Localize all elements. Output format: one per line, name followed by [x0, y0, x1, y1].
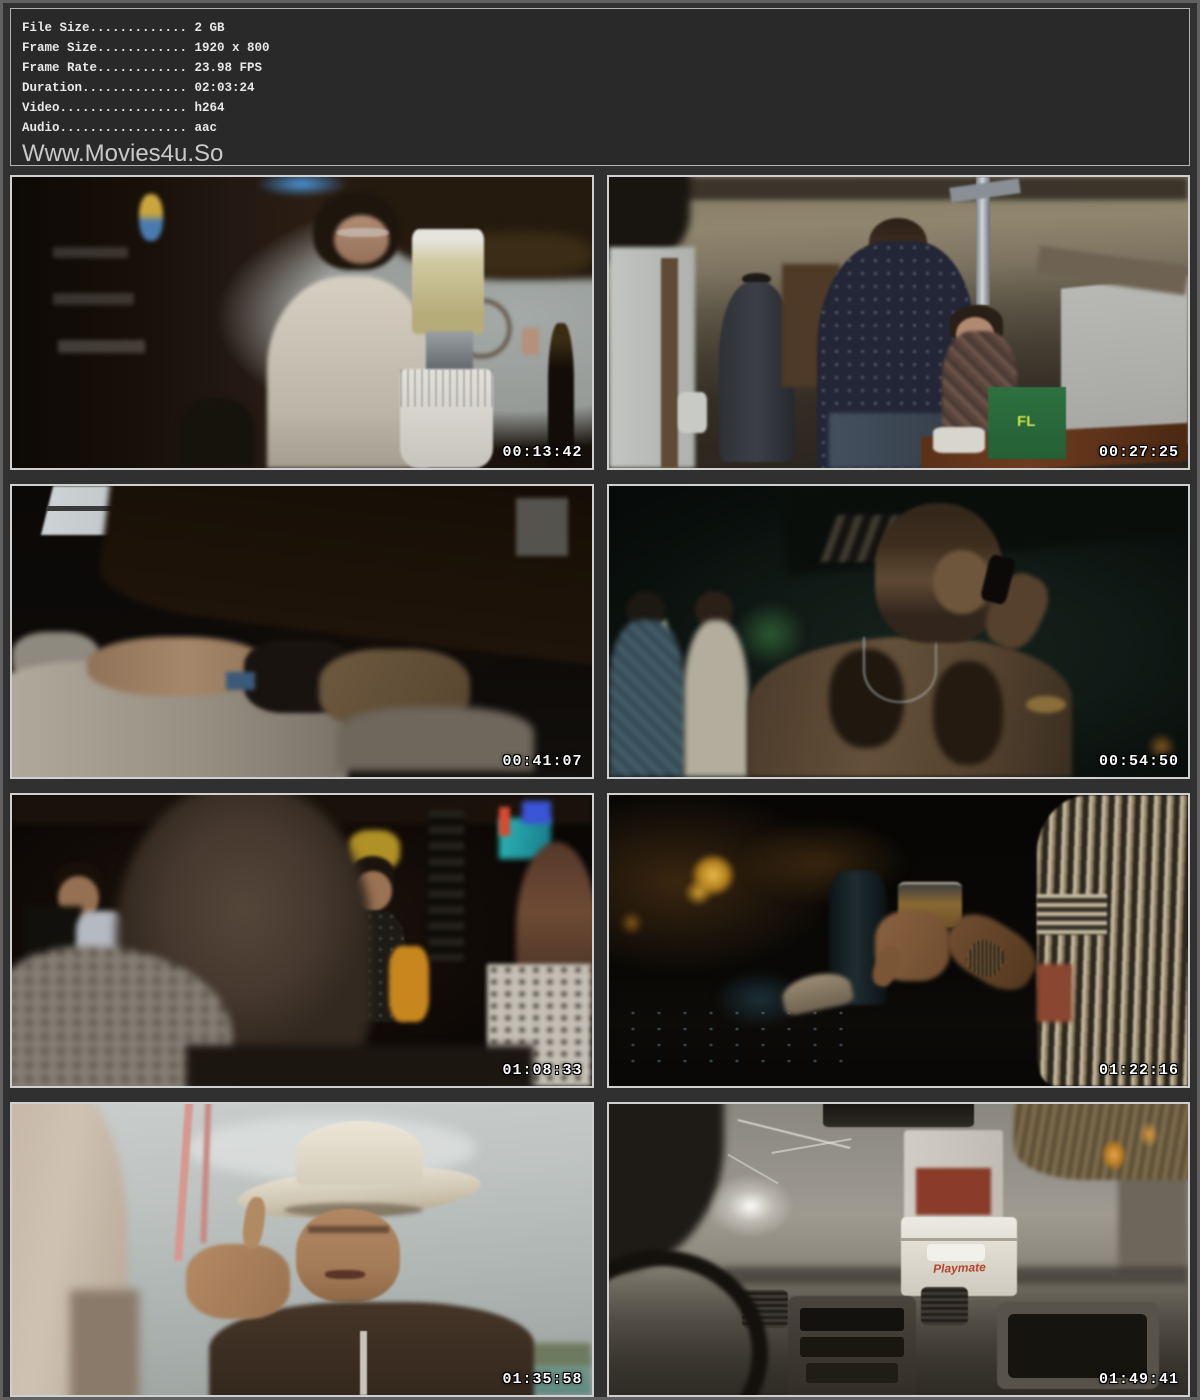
- dash-air-vent: [921, 1287, 967, 1325]
- screenshot-2-boat-cabin: FL 00:27:25: [607, 175, 1191, 470]
- white-takeout-box: [933, 427, 985, 453]
- red-fishing-rod: [174, 1102, 193, 1261]
- glass-shelf-row: [53, 247, 128, 259]
- red-neon-light: [499, 807, 511, 836]
- man-face: [933, 550, 991, 614]
- scene-tiki-bar-art: [12, 177, 592, 468]
- cabin-ceiling-edge: [609, 177, 1189, 200]
- neon-sign-glow: [255, 175, 348, 197]
- cooler-handle: [927, 1244, 985, 1261]
- screenshot-3-dark-bedroom: 00:41:07: [10, 484, 594, 779]
- timestamp-8: 01:49:41: [1099, 1371, 1179, 1388]
- left-window: [609, 247, 696, 468]
- man-face: [296, 1209, 400, 1302]
- scene-bedroom-art: [12, 486, 592, 777]
- wall-object: [516, 498, 568, 556]
- straws: [400, 369, 493, 407]
- timestamp-7: 01:35:58: [502, 1371, 582, 1388]
- bartender-face: [334, 215, 389, 264]
- screenshot-4-phone-call: 00:54:50: [607, 484, 1191, 779]
- gold-bracelet: [1026, 696, 1067, 713]
- counter-glints: [620, 1005, 852, 1069]
- blender-jar: [412, 229, 484, 334]
- info-audio-codec: Audio................. aac: [22, 118, 1189, 138]
- cooler-lid-seam: [901, 1238, 1017, 1241]
- glove-box-opening: [1008, 1314, 1147, 1378]
- rear-view-mirror: [823, 1102, 974, 1129]
- cassette-deck: [800, 1337, 904, 1357]
- foreground-shoulder-shadow: [186, 1045, 534, 1088]
- shirt-zipper: [360, 1331, 367, 1395]
- car-radio: [800, 1308, 904, 1331]
- timestamp-4: 00:54:50: [1099, 753, 1179, 770]
- screenshot-grid: 00:13:42: [10, 175, 1190, 1397]
- timestamp-2: 00:27:25: [1099, 444, 1179, 461]
- screenshot-5-crowded-bar: 01:08:33: [10, 793, 594, 1088]
- lantern-bokeh: [620, 911, 643, 934]
- bar-stool: [180, 398, 255, 468]
- climate-knobs: [806, 1363, 899, 1383]
- striped-dress: [1037, 795, 1188, 1086]
- media-info-screenshot-page: File Size............. 2 GB Frame Size..…: [0, 0, 1200, 1400]
- white-jar: [678, 392, 707, 433]
- scene-phone-call-art: [609, 486, 1189, 777]
- hanging-buoy: [139, 194, 162, 241]
- raised-hand: [186, 1244, 290, 1320]
- chest-tattoo: [933, 661, 1003, 766]
- eyes-shadow: [308, 1226, 389, 1233]
- info-file-size: File Size............. 2 GB: [22, 18, 1189, 38]
- info-duration: Duration.............. 02:03:24: [22, 78, 1189, 98]
- waistband-detail: [226, 672, 255, 689]
- scene-cowboy-hat-art: [12, 1104, 592, 1395]
- screenshot-8-truck-dashboard: Playmate 01:49:41: [607, 1102, 1191, 1397]
- screenshot-6-bar-counter: 01:22:16: [607, 793, 1191, 1088]
- timestamp-1: 00:13:42: [502, 444, 582, 461]
- lantern-glow: [1139, 1121, 1159, 1147]
- dress-plaid-band: [1037, 894, 1107, 935]
- necklace-chain: [863, 637, 937, 703]
- sun-flare: [707, 1174, 794, 1238]
- lantern-glow: [1101, 1139, 1127, 1171]
- scene-crowded-bar-art: [12, 795, 592, 1086]
- screenshot-7-cowboy-hat-man: 01:35:58: [10, 1102, 594, 1397]
- timestamp-3: 00:41:07: [502, 753, 582, 770]
- open-mouth: [325, 1270, 366, 1279]
- info-video-codec: Video................. h264: [22, 98, 1189, 118]
- scene-bar-counter-art: [609, 795, 1189, 1086]
- background-person-plaid: [609, 620, 684, 777]
- woman-yellow-top: [389, 946, 430, 1022]
- media-info-panel: File Size............. 2 GB Frame Size..…: [10, 8, 1190, 166]
- info-frame-rate: Frame Rate............ 23.98 FPS: [22, 58, 1189, 78]
- hanging-chains: [429, 810, 464, 961]
- timestamp-6: 01:22:16: [1099, 1062, 1179, 1079]
- info-frame-size: Frame Size............ 1920 x 800: [22, 38, 1189, 58]
- glass-shelf-row: [53, 293, 134, 305]
- scene-truck-dashboard-art: Playmate: [609, 1104, 1189, 1395]
- site-watermark: Www.Movies4u.So: [22, 140, 1189, 166]
- background-person-white-shirt: [684, 620, 748, 777]
- bartender-glasses: [337, 228, 389, 237]
- timestamp-5: 01:08:33: [502, 1062, 582, 1079]
- beach-figure: [522, 328, 539, 354]
- blue-neon-light: [522, 801, 551, 824]
- screenshot-1-tiki-bar: 00:13:42: [10, 175, 594, 470]
- window-post: [661, 258, 678, 468]
- bag-print-text: FL: [1017, 413, 1035, 430]
- foreground-shadow: [70, 1290, 140, 1397]
- glass-shelf-row: [58, 340, 145, 353]
- lantern-bokeh: [684, 879, 713, 905]
- bag-red-contents: [916, 1168, 991, 1215]
- dress-red-patch: [1037, 964, 1072, 1022]
- cowboy-hat-crown: [296, 1121, 423, 1185]
- red-fishing-rod: [201, 1102, 212, 1244]
- scene-boat-cabin-art: FL: [609, 177, 1189, 468]
